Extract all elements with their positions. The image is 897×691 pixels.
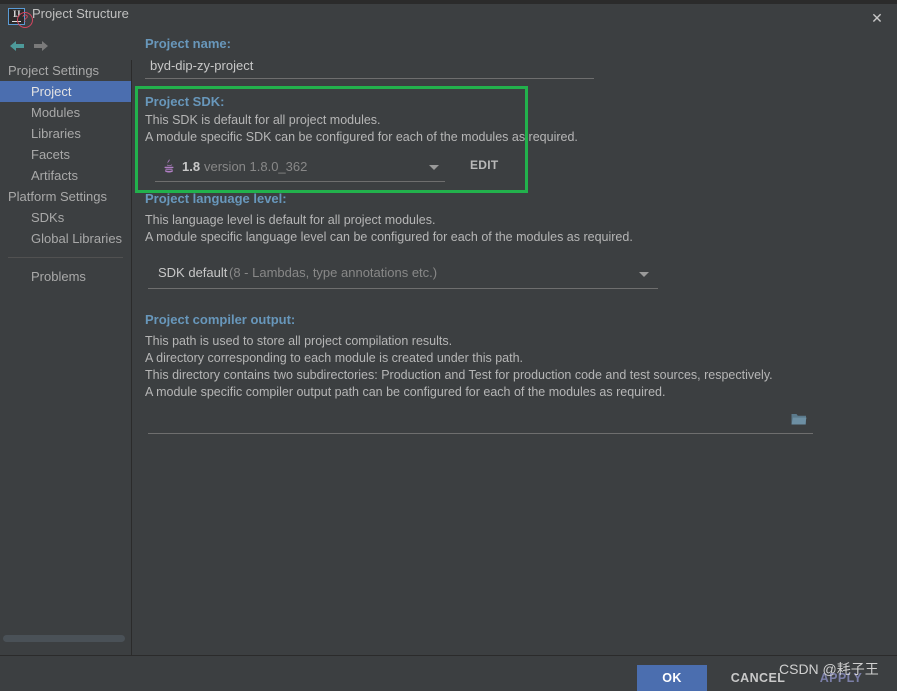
- language-level-desc-line-1: This language level is default for all p…: [145, 213, 436, 227]
- sidebar-item-global-libraries[interactable]: Global Libraries: [0, 228, 131, 249]
- settings-sidebar: Project Settings Project Modules Librari…: [0, 60, 132, 655]
- navigation-bar: [0, 34, 132, 60]
- project-sdk-label: Project SDK:: [145, 94, 225, 109]
- sidebar-item-facets[interactable]: Facets: [0, 144, 131, 165]
- language-level-desc-line-2: A module specific language level can be …: [145, 230, 633, 244]
- close-icon[interactable]: ✕: [865, 8, 889, 28]
- forward-arrow-icon[interactable]: [32, 38, 50, 54]
- sidebar-group-platform-settings: Platform Settings: [8, 189, 107, 204]
- compiler-output-desc-line-1: This path is used to store all project c…: [145, 334, 453, 348]
- browse-folder-icon[interactable]: [791, 412, 807, 426]
- sidebar-item-modules[interactable]: Modules: [0, 102, 131, 123]
- compiler-output-desc-line-2: A directory corresponding to each module…: [145, 351, 523, 365]
- sidebar-item-artifacts[interactable]: Artifacts: [0, 165, 131, 186]
- back-arrow-icon[interactable]: [8, 38, 26, 54]
- project-sdk-desc-line-1: This SDK is default for all project modu…: [145, 113, 381, 127]
- compiler-output-desc-line-3: This directory contains two subdirectori…: [145, 368, 773, 382]
- sidebar-horizontal-scrollbar[interactable]: [3, 635, 125, 642]
- language-level-selected-name[interactable]: SDK default: [158, 265, 227, 280]
- project-sdk-selected-version: version 1.8.0_362: [204, 159, 308, 174]
- language-level-underline: [148, 288, 658, 289]
- project-language-level-label: Project language level:: [145, 191, 287, 206]
- ok-button[interactable]: OK: [637, 665, 707, 691]
- sidebar-item-sdks[interactable]: SDKs: [0, 207, 131, 228]
- project-sdk-desc-line-2: A module specific SDK can be configured …: [145, 130, 578, 144]
- project-sdk-underline: [155, 181, 445, 182]
- project-name-label: Project name:: [145, 36, 231, 51]
- compiler-output-desc-line-4: A module specific compiler output path c…: [145, 385, 666, 399]
- project-name-input[interactable]: byd-dip-zy-project: [150, 58, 253, 73]
- project-compiler-output-label: Project compiler output:: [145, 312, 296, 327]
- project-settings-panel: Project name: byd-dip-zy-project Project…: [133, 33, 897, 655]
- project-sdk-dropdown-chevron-down-icon[interactable]: [429, 165, 439, 170]
- sidebar-item-problems[interactable]: Problems: [0, 266, 131, 287]
- sidebar-divider: [8, 257, 123, 258]
- title-bar: IJ Project Structure ✕: [0, 4, 897, 33]
- language-level-selected-detail: (8 - Lambdas, type annotations etc.): [229, 265, 438, 280]
- sidebar-group-project-settings: Project Settings: [8, 63, 100, 78]
- language-level-dropdown-chevron-down-icon[interactable]: [639, 272, 649, 277]
- sidebar-item-project[interactable]: Project: [0, 81, 131, 102]
- compiler-output-underline: [148, 433, 813, 434]
- help-icon[interactable]: ?: [17, 12, 33, 28]
- project-sdk-selected-name[interactable]: 1.8: [182, 159, 200, 174]
- csdn-watermark: CSDN @耗子王: [779, 661, 879, 677]
- edit-sdk-button[interactable]: EDIT: [470, 158, 499, 172]
- sidebar-item-libraries[interactable]: Libraries: [0, 123, 131, 144]
- project-name-underline: [145, 78, 594, 79]
- window-title: Project Structure: [32, 6, 129, 21]
- java-sdk-icon: [161, 158, 177, 174]
